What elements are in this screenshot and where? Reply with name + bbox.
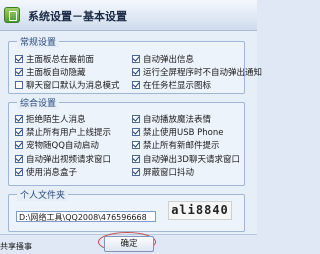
checkbox[interactable] bbox=[15, 140, 23, 149]
checkbox[interactable] bbox=[15, 167, 23, 176]
checkbox[interactable] bbox=[132, 54, 140, 63]
personal-folder-label: 个人文件夹 bbox=[17, 188, 69, 201]
checkbox[interactable] bbox=[132, 140, 140, 149]
option-pet-autostart[interactable]: 宠物随QQ自动启动 bbox=[15, 139, 99, 151]
option-auto-popup-messages[interactable]: 自动弹出信息 bbox=[132, 53, 194, 65]
general-settings-label: 常规设置 bbox=[17, 35, 60, 48]
option-panel-auto-hide[interactable]: 主面板自动隐藏 bbox=[15, 66, 86, 78]
title-bar: 系统设置－基本设置 bbox=[0, 0, 257, 31]
option-no-popup-fullscreen[interactable]: 运行全屏程序时不自动弹出通知 bbox=[132, 66, 262, 78]
window-title: 系统设置－基本设置 bbox=[28, 10, 127, 23]
watermark-text: ali8840 bbox=[168, 201, 232, 220]
option-3d-chat-request-popup[interactable]: 自动弹出3D聊天请求窗口 bbox=[132, 153, 240, 165]
checkbox[interactable] bbox=[15, 154, 23, 163]
settings-window: 系统设置－基本设置 常规设置 主面板总在最前面 自动弹出信息 主面板自动隐藏 运… bbox=[0, 0, 262, 254]
option-disable-mail-alerts[interactable]: 禁止所有新邮件提示 bbox=[132, 139, 220, 151]
checkbox[interactable] bbox=[132, 127, 140, 136]
checkbox[interactable] bbox=[15, 67, 23, 76]
option-auto-play-magic-emoji[interactable]: 自动播放魔法表情 bbox=[132, 113, 211, 125]
checkbox[interactable] bbox=[132, 154, 140, 163]
checkbox[interactable] bbox=[132, 67, 140, 76]
personal-folder-path-field[interactable]: D:\网络工具\QQ2008\476596668 bbox=[16, 211, 156, 222]
checkbox[interactable] bbox=[15, 127, 23, 136]
option-disable-online-alerts[interactable]: 禁止所有用户上线提示 bbox=[15, 126, 111, 138]
option-message-box[interactable]: 使用消息盒子 bbox=[15, 166, 77, 178]
checkbox[interactable] bbox=[132, 80, 140, 89]
option-video-request-popup[interactable]: 自动弹出视频请求窗口 bbox=[15, 153, 111, 165]
checkbox[interactable] bbox=[15, 80, 23, 89]
option-panel-always-on-top[interactable]: 主面板总在最前面 bbox=[15, 53, 94, 65]
option-reject-strangers[interactable]: 拒绝陌生人消息 bbox=[15, 113, 86, 125]
option-chat-message-mode[interactable]: 聊天窗口默认为消息模式 bbox=[15, 79, 120, 91]
checkbox[interactable] bbox=[132, 114, 140, 123]
checkbox[interactable] bbox=[15, 114, 23, 123]
settings-app-icon bbox=[4, 7, 20, 23]
ok-button[interactable]: 确定 bbox=[104, 236, 154, 252]
option-taskbar-icon[interactable]: 在任务栏显示图标 bbox=[132, 79, 211, 91]
option-block-window-shake[interactable]: 屏蔽窗口抖动 bbox=[132, 166, 194, 178]
option-disable-usb-phone[interactable]: 禁止使用USB Phone bbox=[132, 126, 223, 138]
share-link[interactable]: 共享搔事 bbox=[0, 241, 32, 252]
checkbox[interactable] bbox=[132, 167, 140, 176]
checkbox[interactable] bbox=[15, 54, 23, 63]
combined-settings-label: 综合设置 bbox=[17, 96, 60, 109]
